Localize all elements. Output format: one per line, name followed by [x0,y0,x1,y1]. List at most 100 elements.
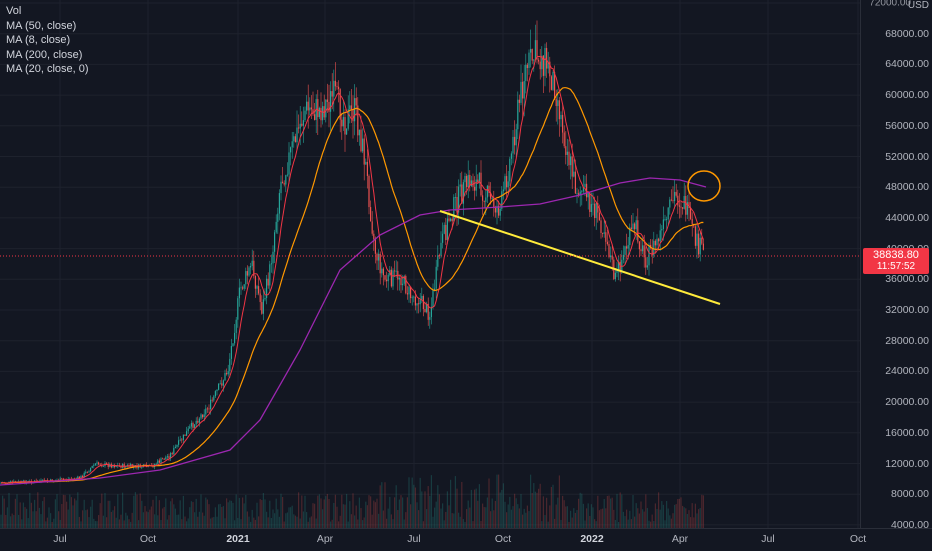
candle-body [392,270,394,287]
time-axis[interactable]: Jul Oct 2021 Apr Jul Oct 2022 Apr Jul Oct [0,528,932,551]
legend-ma50[interactable]: MA (50, close) [6,19,89,34]
candle-body [296,127,298,143]
volume-bar [670,518,672,528]
volume-bar [696,513,698,528]
volume-bar [18,514,20,528]
volume-bar [397,510,399,528]
candle-body [594,203,596,218]
volume-bar [408,477,410,528]
candle-body [395,270,397,272]
volume-bar [67,509,69,528]
candle-body [410,286,412,299]
candle-body [670,199,672,201]
volume-bar [475,488,477,528]
volume-bar [350,514,352,528]
volume-bar [94,521,96,528]
candle-body [576,193,578,195]
volume-bar [363,517,365,528]
volume-bar [8,492,10,528]
candle-body [162,458,164,460]
candle-body [362,138,364,152]
time-tick-label: 2022 [580,533,604,545]
volume-bar [538,488,540,528]
price-axis[interactable]: USD 68000.00 64000.00 60000.00 56000.00 5200… [860,0,932,531]
time-tick-label: Jul [407,533,421,545]
volume-bar [221,506,223,528]
legend-ma200[interactable]: MA (200, close) [6,48,89,63]
volume-bar [462,519,464,528]
volume-bar [541,521,543,528]
candle-body [254,275,256,289]
volume-bar [182,495,184,528]
candle-body [197,420,199,423]
candle-body [168,456,170,459]
candle-body [178,440,180,445]
volume-bar [530,474,532,528]
candle-body [277,213,279,222]
volume-bar [48,507,50,528]
candle-body [654,240,656,246]
volume-bar [354,515,356,528]
volume-bar [46,517,48,528]
candle-body [589,192,591,212]
volume-bar [13,515,15,528]
volume-bar [626,509,628,528]
volume-bar [154,514,156,528]
volume-bar [98,515,100,528]
candle-body [494,207,496,213]
volume-bar [267,517,269,528]
volume-bar [595,521,597,528]
candle-body [685,196,687,215]
candle-body [262,299,264,314]
volume-bar [675,504,677,528]
candle-body [701,237,703,244]
candle-body [515,129,517,146]
volume-bar [674,504,676,528]
volume-bar [445,511,447,528]
volume-bar [656,508,658,528]
candle-body [240,287,242,289]
volume-bar [691,503,693,528]
volume-bar [638,513,640,528]
volume-bar [21,519,23,528]
candle-body [194,424,196,428]
candle-body [376,253,378,261]
candle-body [485,197,487,202]
volume-bar [621,494,623,528]
volume-bar [507,504,509,528]
time-tick-label: Oct [494,533,512,545]
chart-pane[interactable]: Vol MA (50, close) MA (8, close) MA (200… [0,0,860,528]
volume-bar [680,497,682,528]
volume-bar [323,499,325,528]
volume-bar [379,485,381,528]
volume-bar [214,507,216,528]
candle-body [288,152,290,175]
legend-volume[interactable]: Vol [6,4,89,19]
trendline-drawing[interactable] [439,210,721,305]
candle-body [325,99,327,118]
volume-bar [27,518,29,528]
ma50-line [0,87,704,484]
volume-bar [552,484,554,528]
volume-bar [469,507,471,528]
candle-body [560,114,562,120]
volume-bar [331,519,333,528]
volume-bar [270,517,272,528]
volume-bar [518,508,520,528]
price-chart[interactable] [0,0,860,528]
volume-bar [587,503,589,528]
candle-body [211,399,213,401]
volume-bar [187,518,189,528]
legend-ma8[interactable]: MA (8, close) [6,33,89,48]
volume-bar [496,474,498,528]
candle-body [298,127,300,129]
legend-ma20[interactable]: MA (20, close, 0) [6,62,89,77]
volume-bar [515,498,517,528]
volume-bar [661,501,663,528]
candle-body [402,283,404,286]
volume-bar [370,496,372,528]
volume-bar [666,500,668,528]
volume-bar [504,501,506,528]
candle-body [157,460,159,464]
volume-bar [472,521,474,528]
